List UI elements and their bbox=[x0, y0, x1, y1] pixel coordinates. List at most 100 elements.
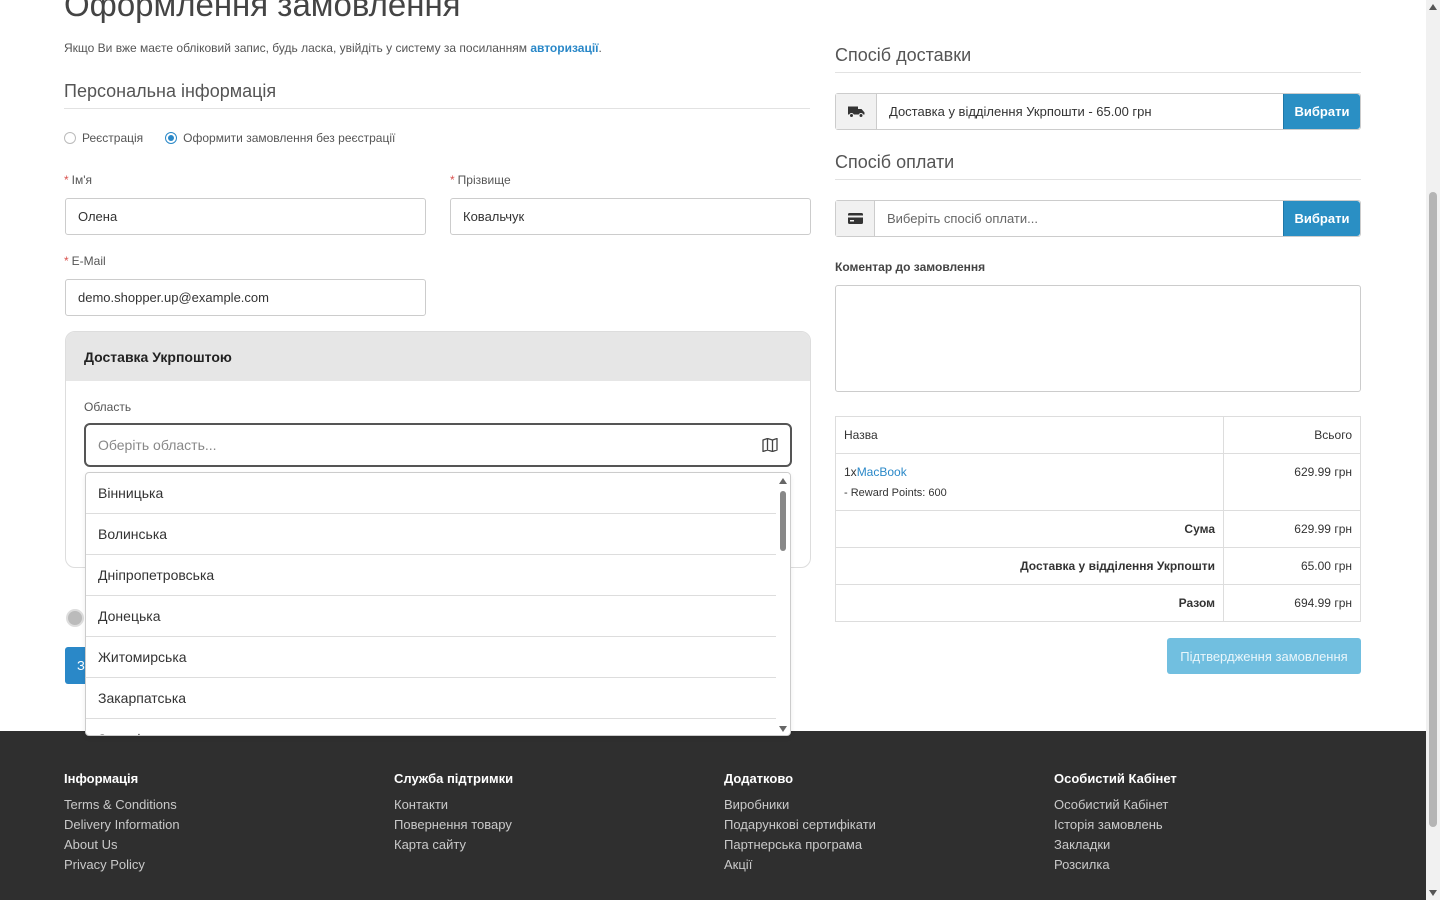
table-row: 1xMacBook - Reward Points: 600 629.99 гр… bbox=[835, 453, 1361, 511]
guest-checkout-radio-label[interactable]: Оформити замовлення без реєстрації bbox=[183, 131, 395, 145]
product-qty: 1x bbox=[844, 465, 857, 479]
firstname-input[interactable]: Олена bbox=[65, 198, 426, 235]
footer-link[interactable]: Карта сайту bbox=[394, 835, 513, 855]
required-mark: * bbox=[64, 173, 69, 187]
footer-link[interactable]: Розсилка bbox=[1054, 855, 1177, 875]
page-scroll-thumb[interactable] bbox=[1429, 192, 1437, 827]
footer-link[interactable]: Акції bbox=[724, 855, 876, 875]
email-label-text: E-Mail bbox=[71, 254, 106, 268]
total-row: Разом 694.99 грн bbox=[835, 584, 1361, 622]
choose-payment-button[interactable]: Вибрати bbox=[1283, 201, 1360, 236]
firstname-label: * Ім'я bbox=[64, 173, 92, 187]
scroll-up-icon[interactable] bbox=[779, 478, 787, 484]
required-mark: * bbox=[64, 254, 69, 268]
login-note: Якщо Ви вже маєте обліковий запис, будь … bbox=[64, 41, 602, 55]
region-select-input[interactable]: Оберіть область... bbox=[84, 423, 792, 467]
region-option[interactable]: Дніпропетровська bbox=[86, 555, 776, 596]
payment-method-title: Спосіб оплати bbox=[835, 152, 955, 172]
truck-icon bbox=[836, 94, 877, 129]
header-total: Всього bbox=[1223, 416, 1361, 454]
total-label: Разом bbox=[835, 584, 1224, 622]
footer-link[interactable]: Історія замовлень bbox=[1054, 815, 1177, 835]
shipping-method-group: Доставка у відділення Укрпошти - 65.00 г… bbox=[835, 93, 1361, 130]
lastname-label-text: Прізвище bbox=[457, 173, 511, 187]
login-note-text: Якщо Ви вже маєте обліковий запис, будь … bbox=[64, 41, 531, 55]
credit-card-icon bbox=[836, 201, 875, 236]
region-option[interactable]: Житомирська bbox=[86, 637, 776, 678]
footer-link[interactable]: Виробники bbox=[724, 795, 876, 815]
dropdown-scroll-thumb[interactable] bbox=[780, 491, 786, 551]
product-cell: 1xMacBook - Reward Points: 600 bbox=[835, 453, 1224, 511]
shipping-method-value[interactable]: Доставка у відділення Укрпошти - 65.00 г… bbox=[877, 94, 1283, 129]
payment-method-placeholder[interactable]: Виберіть спосіб оплати... bbox=[875, 201, 1283, 236]
footer-column-title: Інформація bbox=[64, 771, 139, 786]
scroll-down-icon[interactable] bbox=[779, 726, 787, 732]
footer-column-title: Служба підтримки bbox=[394, 771, 514, 786]
required-mark: * bbox=[450, 173, 455, 187]
guest-checkout-radio[interactable] bbox=[165, 132, 178, 144]
product-reward-points: - Reward Points: 600 bbox=[844, 487, 947, 499]
shipping-cost-row: Доставка у відділення Укрпошти 65.00 грн bbox=[835, 547, 1361, 585]
page-title: Оформлення замовлення bbox=[64, 0, 461, 23]
footer-column-title: Додатково bbox=[724, 771, 794, 786]
product-total: 629.99 грн bbox=[1223, 453, 1361, 511]
footer-link[interactable]: About Us bbox=[64, 835, 180, 855]
footer-column-support: Служба підтримки Контакти Повернення тов… bbox=[394, 771, 513, 855]
subtotal-label: Сума bbox=[835, 510, 1224, 548]
footer-link[interactable]: Повернення товару bbox=[394, 815, 513, 835]
footer-link[interactable]: Контакти bbox=[394, 795, 513, 815]
shipping-cost-value: 65.00 грн bbox=[1223, 547, 1361, 585]
email-input[interactable]: demo.shopper.up@example.com bbox=[65, 279, 426, 316]
order-comment-textarea[interactable] bbox=[835, 285, 1361, 392]
footer-column-account: Особистий Кабінет Особистий Кабінет Істо… bbox=[1054, 771, 1177, 875]
register-radio-label[interactable]: Реєстрація bbox=[82, 131, 143, 145]
footer-link[interactable]: Подарункові сертифікати bbox=[724, 815, 876, 835]
confirm-order-button[interactable]: Підтвердження замовлення bbox=[1167, 638, 1361, 674]
subtotal-value: 629.99 грн bbox=[1223, 510, 1361, 548]
footer-link[interactable]: Особистий Кабінет bbox=[1054, 795, 1177, 815]
footer-link[interactable]: Партнерська програма bbox=[724, 835, 876, 855]
footer-column-extras: Додатково Виробники Подарункові сертифік… bbox=[724, 771, 876, 875]
region-option[interactable]: Донецька bbox=[86, 596, 776, 637]
ukrposhta-panel-title: Доставка Укрпоштою bbox=[66, 332, 810, 381]
choose-shipping-button[interactable]: Вибрати bbox=[1283, 94, 1360, 129]
login-note-suffix: . bbox=[598, 41, 602, 55]
footer-link[interactable]: Delivery Information bbox=[64, 815, 180, 835]
login-link[interactable]: авторизації bbox=[530, 41, 598, 55]
subtotal-row: Сума 629.99 грн bbox=[835, 510, 1361, 548]
region-option[interactable]: Волинська bbox=[86, 514, 776, 555]
table-header-row: Назва Всього bbox=[835, 416, 1361, 454]
footer: Інформація Terms & Conditions Delivery I… bbox=[0, 731, 1426, 900]
dropdown-scrollbar[interactable] bbox=[776, 473, 790, 735]
firstname-label-text: Ім'я bbox=[71, 173, 93, 187]
shipping-method-title: Спосіб доставки bbox=[835, 45, 972, 65]
region-select-placeholder: Оберіть область... bbox=[98, 437, 217, 453]
region-option[interactable]: Запорізька bbox=[86, 719, 776, 735]
footer-column-info: Інформація Terms & Conditions Delivery I… bbox=[64, 771, 180, 875]
order-summary-table: Назва Всього 1xMacBook - Reward Points: … bbox=[835, 416, 1361, 622]
footer-link[interactable]: Privacy Policy bbox=[64, 855, 180, 875]
header-name: Назва bbox=[835, 416, 1224, 454]
lastname-label: * Прізвище bbox=[450, 173, 511, 187]
account-type-radio-group: Реєстрація Оформити замовлення без реєст… bbox=[64, 131, 417, 145]
region-label: Область bbox=[84, 400, 132, 414]
register-radio[interactable] bbox=[64, 132, 76, 144]
region-option[interactable]: Закарпатська bbox=[86, 678, 776, 719]
scroll-down-icon[interactable] bbox=[1429, 890, 1437, 896]
footer-column-title: Особистий Кабінет bbox=[1054, 771, 1177, 786]
payment-method-group: Виберіть спосіб оплати... Вибрати bbox=[835, 200, 1361, 237]
page-scrollbar[interactable] bbox=[1426, 0, 1440, 900]
region-option[interactable]: Вінницька bbox=[86, 473, 776, 514]
region-dropdown-list: Вінницька Волинська Дніпропетровська Дон… bbox=[85, 472, 791, 736]
personal-info-divider bbox=[64, 108, 810, 109]
email-label: * E-Mail bbox=[64, 254, 106, 268]
shipping-cost-label: Доставка у відділення Укрпошти bbox=[835, 547, 1224, 585]
lastname-input[interactable]: Ковальчук bbox=[450, 198, 811, 235]
scroll-up-icon[interactable] bbox=[1429, 4, 1437, 10]
footer-link[interactable]: Закладки bbox=[1054, 835, 1177, 855]
shipping-divider bbox=[835, 72, 1361, 73]
order-comment-label: Коментар до замовлення bbox=[835, 260, 986, 274]
agree-radio[interactable] bbox=[66, 609, 84, 627]
footer-link[interactable]: Terms & Conditions bbox=[64, 795, 180, 815]
product-link[interactable]: MacBook bbox=[857, 465, 907, 479]
